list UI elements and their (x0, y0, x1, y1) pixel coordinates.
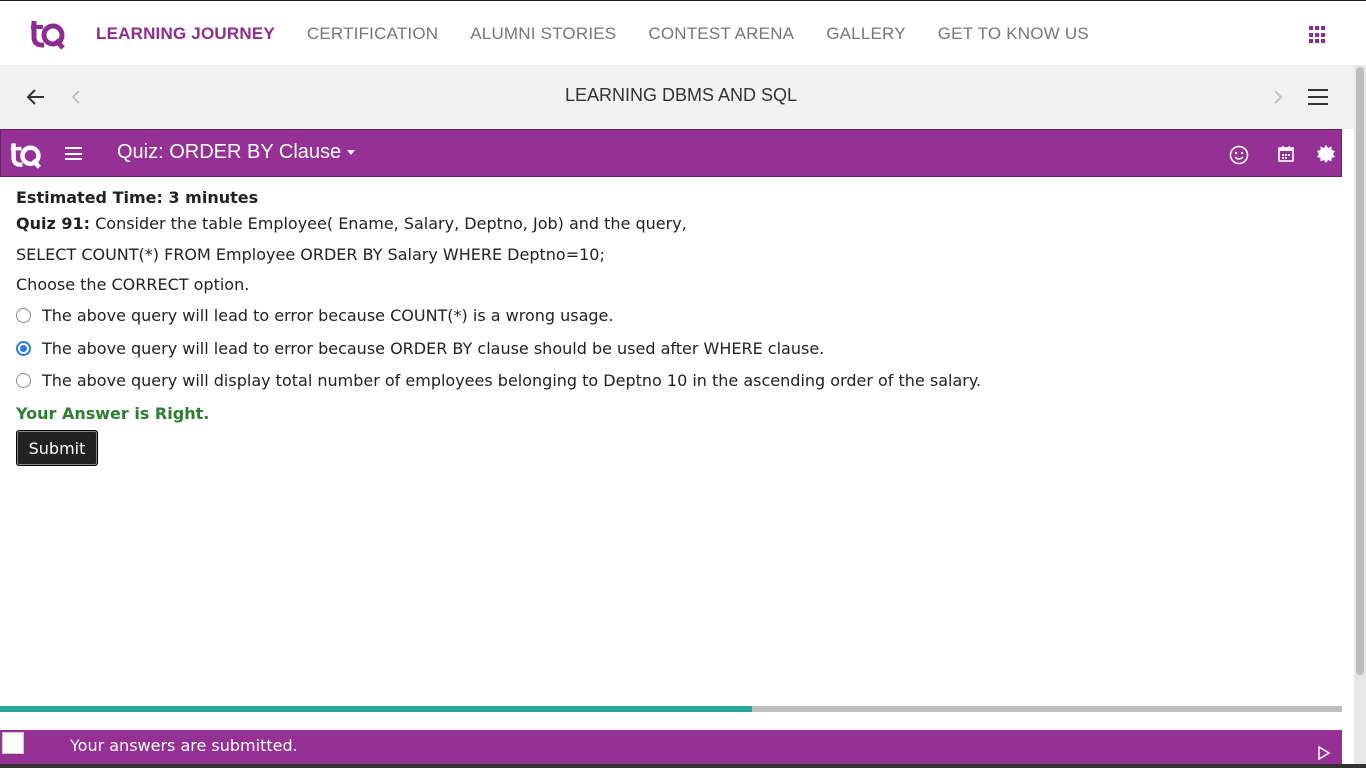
smiley-icon[interactable] (1229, 145, 1249, 165)
option-1-radio[interactable] (16, 308, 31, 323)
option-1[interactable]: The above query will lead to error becau… (16, 306, 613, 325)
bottom-strip (0, 764, 1366, 768)
option-2-radio[interactable] (16, 341, 31, 356)
progress-bar (0, 706, 1342, 712)
status-message: Your answers are submitted. (70, 736, 298, 755)
option-2-label: The above query will lead to error becau… (42, 339, 825, 358)
result-message: Your Answer is Right. (16, 404, 210, 423)
quiz-number: Quiz 91: (16, 214, 91, 233)
option-3[interactable]: The above query will display total numbe… (16, 371, 981, 390)
attachment-icon[interactable] (2, 732, 24, 754)
course-title: LEARNING DBMS AND SQL (564, 85, 798, 105)
play-icon[interactable] (1317, 745, 1331, 761)
option-3-label: The above query will display total numbe… (42, 371, 982, 390)
status-footer: Your answers are submitted. (0, 730, 1342, 764)
top-navigation: LEARNING JOURNEY CERTIFICATION ALUMNI ST… (0, 0, 1366, 65)
nav-certification[interactable]: CERTIFICATION (307, 24, 438, 44)
nav-alumni-stories[interactable]: ALUMNI STORIES (470, 24, 616, 44)
quiz-menu-icon[interactable] (65, 147, 82, 160)
instruction-text: Choose the CORRECT option. (16, 275, 250, 294)
infytq-logo[interactable] (30, 15, 66, 51)
calendar-icon[interactable] (1277, 145, 1295, 163)
nav-get-to-know-us[interactable]: GET TO KNOW US (938, 24, 1089, 44)
course-header: LEARNING DBMS AND SQL (0, 65, 1354, 129)
quiz-title-dropdown[interactable]: Quiz: ORDER BY Clause (117, 141, 356, 164)
next-chevron-icon[interactable] (1271, 87, 1285, 107)
progress-fill (0, 706, 752, 712)
option-3-radio[interactable] (16, 373, 31, 388)
question-body: Consider the table Employee( Ename, Sala… (90, 214, 687, 233)
nav-gallery[interactable]: GALLERY (826, 24, 906, 44)
nav-learning-journey[interactable]: LEARNING JOURNEY (96, 24, 275, 44)
nav-contest-arena[interactable]: CONTEST ARENA (648, 24, 794, 44)
option-2[interactable]: The above query will lead to error becau… (16, 339, 824, 358)
question-text: Quiz 91: Consider the table Employee( En… (16, 214, 687, 233)
gear-icon[interactable] (1316, 144, 1336, 164)
infytq-small-logo[interactable] (9, 138, 43, 170)
scrollbar-thumb[interactable] (1356, 67, 1364, 675)
estimated-time: Estimated Time: 3 minutes (16, 188, 259, 207)
menu-icon[interactable] (1308, 89, 1328, 105)
main-nav: LEARNING JOURNEY CERTIFICATION ALUMNI ST… (96, 1, 1121, 66)
apps-grid-icon[interactable] (1309, 26, 1327, 44)
submit-button[interactable]: Submit (16, 430, 98, 466)
query-text: SELECT COUNT(*) FROM Employee ORDER BY S… (16, 245, 605, 264)
caret-down-icon (347, 150, 356, 156)
quiz-title: Quiz: ORDER BY Clause (117, 141, 342, 163)
quiz-header-bar: Quiz: ORDER BY Clause (0, 129, 1342, 177)
page-scrollbar[interactable] (1354, 65, 1366, 768)
option-1-label: The above query will lead to error becau… (42, 306, 614, 325)
